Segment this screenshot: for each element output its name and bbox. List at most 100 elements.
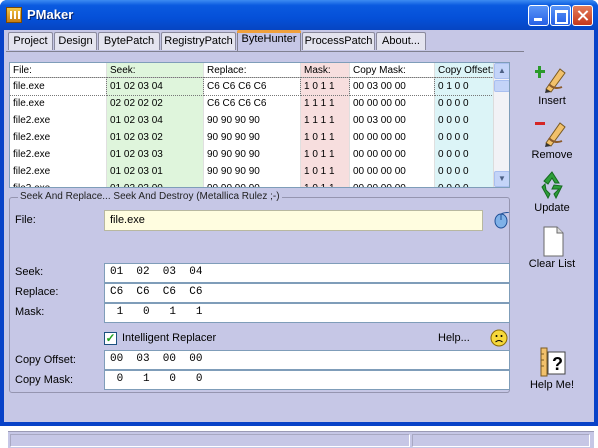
status-pane-main <box>10 434 410 447</box>
table-cell[interactable]: 90 90 90 90 <box>204 129 300 146</box>
table-cell[interactable]: 00 00 00 00 <box>350 146 434 163</box>
column-copy-offset: Copy Offset: 0 1 0 00 0 0 00 0 0 00 0 0 0… <box>434 63 494 187</box>
mask-field[interactable]: 1 0 1 1 <box>104 303 510 323</box>
update-button[interactable]: Update <box>524 169 580 214</box>
remove-button[interactable]: Remove <box>524 116 580 161</box>
table-cell[interactable]: 90 90 90 90 <box>204 146 300 163</box>
table-cell[interactable]: 00 00 00 00 <box>350 180 434 187</box>
title-bar[interactable]: PMaker <box>0 0 598 30</box>
scroll-down-button[interactable]: ▼ <box>494 171 509 187</box>
column-header[interactable]: Copy Offset: <box>435 63 493 78</box>
column-header[interactable]: Seek: <box>107 63 203 78</box>
table-cell[interactable]: 90 90 90 90 <box>204 112 300 129</box>
window-title: PMaker <box>27 7 74 22</box>
table-cell[interactable]: 0 0 0 0 <box>435 95 493 112</box>
scroll-thumb[interactable] <box>494 80 509 92</box>
scroll-up-button[interactable]: ▲ <box>494 63 509 79</box>
table-cell[interactable]: 0 1 0 0 <box>434 77 494 96</box>
table-cell[interactable]: 00 00 00 00 <box>350 163 434 180</box>
table-cell[interactable]: 1 0 1 1 <box>300 77 350 96</box>
table-cell[interactable]: 00 00 00 00 <box>350 129 434 146</box>
recycle-icon <box>535 169 569 201</box>
column-seek: Seek: 01 02 03 04 02 02 02 02 01 02 03 04 01… <box>106 63 204 187</box>
table-cell[interactable]: 0 0 0 0 <box>435 112 493 129</box>
status-bar <box>8 431 594 448</box>
table-cell[interactable]: 00 03 00 00 <box>350 112 434 129</box>
tab-project[interactable]: Project <box>8 32 53 50</box>
table-cell[interactable]: file2.exe <box>10 146 106 163</box>
table-cell[interactable]: file2.exe <box>10 180 106 187</box>
table-cell[interactable]: 90 90 90 90 <box>204 180 300 187</box>
table-cell[interactable]: 1 0 1 1 <box>301 163 349 180</box>
tab-about[interactable]: About... <box>376 32 426 50</box>
insert-button[interactable]: Insert <box>524 62 580 107</box>
clear-list-label: Clear List <box>528 258 576 270</box>
tab-registrypatch[interactable]: RegistryPatch <box>161 32 236 50</box>
table-cell[interactable]: 0 0 0 0 <box>435 180 493 187</box>
sad-face-icon <box>490 329 508 347</box>
tab-bytepatch[interactable]: BytePatch <box>98 32 160 50</box>
tab-label: About... <box>382 35 420 47</box>
table-cell[interactable]: 01 02 03 03 <box>107 146 203 163</box>
table-cell[interactable]: file2.exe <box>10 112 106 129</box>
client-area: Project Design BytePatch RegistryPatch B… <box>4 30 594 448</box>
copy-mask-label: Copy Mask: <box>15 374 74 386</box>
table-cell[interactable]: 01 02 03 04 <box>107 112 203 129</box>
clear-list-button[interactable]: Clear List <box>524 225 580 270</box>
patch-list-grid[interactable]: File: file.exe file.exe file2.exe file2.exe f… <box>9 62 510 188</box>
maximize-button[interactable] <box>550 5 571 26</box>
column-header[interactable]: Copy Mask: <box>350 63 434 78</box>
seek-field[interactable]: 01 02 03 04 <box>104 263 510 283</box>
tab-strip-line <box>6 51 524 52</box>
table-cell[interactable]: C6 C6 C6 C6 <box>204 95 300 112</box>
app-icon <box>6 7 22 23</box>
column-header[interactable]: File: <box>10 63 106 78</box>
tab-design[interactable]: Design <box>54 32 97 50</box>
table-cell[interactable]: 0 0 0 0 <box>435 146 493 163</box>
table-cell[interactable]: file2.exe <box>10 129 106 146</box>
copy-offset-field[interactable]: 00 03 00 00 <box>104 350 510 370</box>
table-cell[interactable]: 1 0 1 1 <box>301 146 349 163</box>
intelligent-replacer-label: Intelligent Replacer <box>122 332 217 344</box>
help-me-button[interactable]: ? Help Me! <box>524 346 580 391</box>
file-field[interactable]: file.exe <box>104 210 483 231</box>
table-cell[interactable]: 0 0 0 0 <box>435 129 493 146</box>
table-cell[interactable]: 02 02 02 02 <box>107 95 203 112</box>
column-file: File: file.exe file.exe file2.exe file2.exe f… <box>10 63 107 187</box>
intelligent-replacer-checkbox[interactable]: ✓ <box>104 332 117 345</box>
status-pane-secondary <box>412 434 590 447</box>
table-cell[interactable]: file.exe <box>10 77 107 96</box>
table-cell[interactable]: 90 90 90 90 <box>204 163 300 180</box>
help-link[interactable]: Help... <box>438 332 470 344</box>
grid-vertical-scrollbar[interactable]: ▲ ▼ <box>493 63 509 187</box>
help-question-icon: ? <box>535 346 569 378</box>
table-cell[interactable]: C6 C6 C6 C6 <box>203 77 301 96</box>
replace-field[interactable]: C6 C6 C6 C6 <box>104 283 510 303</box>
table-cell[interactable]: 00 03 00 00 <box>349 77 435 96</box>
tab-label: ProcessPatch <box>304 35 373 47</box>
table-cell[interactable]: 01 02 03 00 <box>107 180 203 187</box>
column-header[interactable]: Replace: <box>204 63 300 78</box>
minimize-button[interactable] <box>528 5 549 26</box>
table-cell[interactable]: 00 00 00 00 <box>350 95 434 112</box>
close-button[interactable] <box>572 5 593 26</box>
update-label: Update <box>534 202 570 214</box>
browse-mouse-icon[interactable] <box>492 211 510 229</box>
table-cell[interactable]: file2.exe <box>10 163 106 180</box>
file-label: File: <box>15 214 36 226</box>
column-header[interactable]: Mask: <box>301 63 349 78</box>
table-cell[interactable]: 01 02 03 04 <box>106 77 204 96</box>
tab-processpatch[interactable]: ProcessPatch <box>302 32 375 50</box>
table-cell[interactable]: 01 02 03 01 <box>107 163 203 180</box>
copy-mask-field[interactable]: 0 1 0 0 <box>104 370 510 390</box>
table-cell[interactable]: 1 0 1 1 <box>301 180 349 187</box>
table-cell[interactable]: 1 1 1 1 <box>301 95 349 112</box>
column-copy-mask: Copy Mask: 00 03 00 00 00 00 00 00 00 03 00… <box>349 63 435 187</box>
tab-label: ByteHunter <box>241 33 297 45</box>
table-cell[interactable]: 0 0 0 0 <box>435 163 493 180</box>
table-cell[interactable]: 1 0 1 1 <box>301 129 349 146</box>
table-cell[interactable]: file.exe <box>10 95 106 112</box>
table-cell[interactable]: 1 1 1 1 <box>301 112 349 129</box>
table-cell[interactable]: 01 02 03 02 <box>107 129 203 146</box>
tab-bytehunter[interactable]: ByteHunter <box>237 30 301 51</box>
